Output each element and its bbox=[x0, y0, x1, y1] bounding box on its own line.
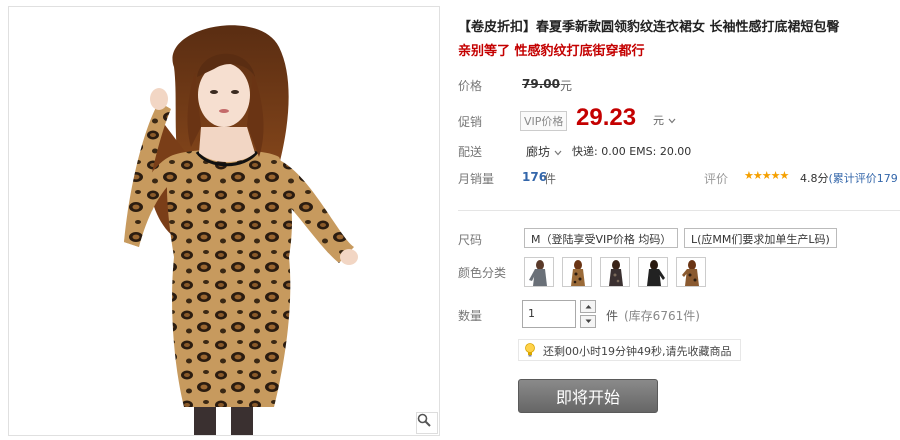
rating-label: 评价 bbox=[704, 172, 729, 186]
promo-unit-text: 元 bbox=[653, 114, 664, 127]
size-option-m[interactable]: M（登陆享受VIP价格 均码） bbox=[524, 228, 679, 248]
chevron-down-icon bbox=[554, 150, 562, 156]
promo-price: 29.23 bbox=[576, 104, 637, 131]
color-swatch-dark[interactable] bbox=[600, 257, 630, 287]
product-info: 【卷皮折扣】春夏季新款圆领豹纹连衣裙女 长袖性感打底裙短包臀 亲别等了 性感豹纹… bbox=[458, 0, 900, 440]
product-subtitle: 亲别等了 性感豹纹打底街穿都行 bbox=[458, 44, 645, 59]
shipping-fees: 快递: 0.00 EMS: 20.00 bbox=[572, 145, 692, 158]
promo-price-unit[interactable]: 元 bbox=[653, 112, 676, 128]
price-label: 价格 bbox=[458, 79, 483, 93]
vip-price-tag: VIP价格 bbox=[520, 111, 568, 131]
quantity-decrease-button[interactable] bbox=[580, 315, 596, 328]
swatch-thumbnail bbox=[525, 258, 553, 286]
color-swatch-black[interactable] bbox=[638, 257, 668, 287]
shipping-location[interactable]: 廊坊 bbox=[526, 143, 562, 160]
swatch-thumbnail bbox=[639, 258, 667, 286]
review-count-link[interactable]: (累计评价179 bbox=[829, 172, 898, 185]
original-price-unit: 元 bbox=[560, 79, 573, 93]
quantity-unit: 件 bbox=[606, 309, 619, 323]
original-price: 79.00 bbox=[522, 77, 560, 91]
size-label: 尺码 bbox=[458, 233, 483, 247]
color-label: 颜色分类 bbox=[458, 266, 507, 280]
chevron-down-icon bbox=[668, 118, 675, 124]
product-image[interactable] bbox=[8, 6, 440, 436]
quantity-label: 数量 bbox=[458, 309, 483, 323]
lightbulb-icon bbox=[525, 343, 535, 357]
promo-label: 促销 bbox=[458, 115, 483, 129]
color-swatch-leopard[interactable] bbox=[562, 257, 592, 287]
monthly-sales-unit: 件 bbox=[544, 172, 557, 186]
shipping-label: 配送 bbox=[458, 145, 483, 159]
countdown-text: 还剩00小时19分钟49秒,请先收藏商品 bbox=[543, 345, 732, 358]
product-title: 【卷皮折扣】春夏季新款圆领豹纹连衣裙女 长袖性感打底裙短包臀 bbox=[458, 20, 840, 35]
quantity-input[interactable]: 1 bbox=[522, 300, 576, 328]
color-swatch-coffee[interactable] bbox=[676, 257, 706, 287]
size-option-l[interactable]: L(应MM们要求加单生产L码) bbox=[684, 228, 837, 248]
shipping-location-text: 廊坊 bbox=[526, 145, 551, 159]
magnifier-icon bbox=[417, 413, 431, 427]
rating-stars: ★★★★★ bbox=[744, 169, 789, 182]
chevron-down-icon bbox=[585, 319, 591, 323]
color-swatch-gray[interactable] bbox=[524, 257, 554, 287]
product-photo bbox=[9, 7, 439, 435]
swatch-thumbnail bbox=[677, 258, 705, 286]
quantity-increase-button[interactable] bbox=[580, 300, 596, 313]
countdown-notice: 还剩00小时19分钟49秒,请先收藏商品 bbox=[518, 339, 741, 361]
swatch-thumbnail bbox=[563, 258, 591, 286]
divider bbox=[458, 210, 900, 211]
rating-score: 4.8分 bbox=[800, 172, 829, 185]
rating-summary[interactable]: 4.8分(累计评价179 bbox=[800, 170, 898, 186]
stock-count: (库存6761件) bbox=[624, 309, 700, 323]
swatch-thumbnail bbox=[601, 258, 629, 286]
zoom-button[interactable] bbox=[416, 412, 438, 434]
chevron-up-icon bbox=[585, 305, 591, 309]
monthly-sales-label: 月销量 bbox=[458, 172, 495, 186]
coming-soon-button[interactable]: 即将开始 bbox=[518, 379, 658, 413]
